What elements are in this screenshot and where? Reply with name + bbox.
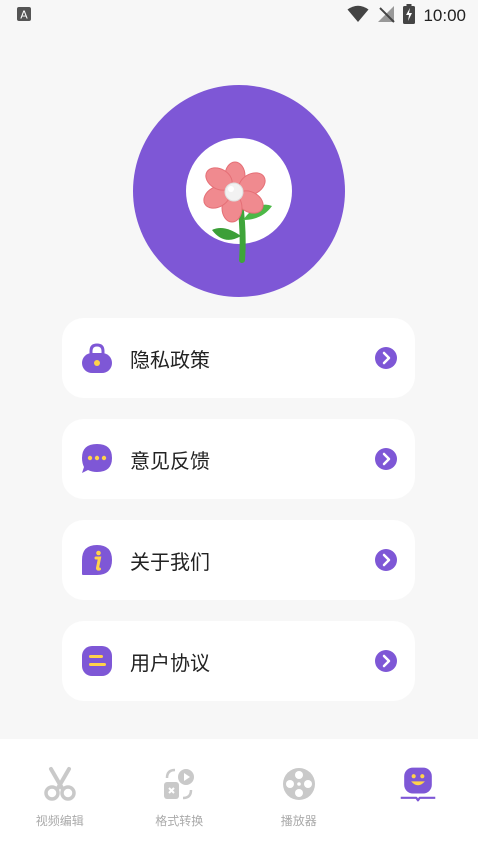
bottom-tab-bar: 视频编辑 格式转换 播放器 [0,739,478,849]
convert-icon [160,765,198,803]
smiley-icon [399,765,437,803]
menu-item-about-us[interactable]: 关于我们 [62,520,415,600]
menu-item-user-agreement[interactable]: 用户协议 [62,621,415,701]
chevron-right-icon [375,347,397,369]
tab-video-edit[interactable]: 视频编辑 [0,739,120,849]
tab-profile[interactable] [359,739,478,849]
info-icon [80,543,114,577]
menu-item-label: 关于我们 [130,549,210,574]
menu-item-privacy-policy[interactable]: 隐私政策 [62,318,415,398]
flower-icon [203,161,272,263]
lock-icon [80,341,114,375]
no-signal-icon [377,5,396,27]
tab-label: 格式转换 [155,814,204,828]
menu-item-feedback[interactable]: 意见反馈 [62,419,415,499]
tab-player[interactable]: 播放器 [239,739,359,849]
svg-text:A: A [20,9,28,22]
chevron-right-icon [375,549,397,571]
avatar[interactable] [133,85,345,297]
menu-item-label: 用户协议 [130,650,210,675]
wifi-icon [347,5,369,27]
chat-bubble-icon [80,442,114,476]
film-reel-icon [280,765,318,803]
menu-item-label: 隐私政策 [130,347,210,372]
scissors-icon [41,765,79,803]
battery-charging-icon [403,4,416,28]
tab-label: 播放器 [280,814,317,828]
tab-format-convert[interactable]: 格式转换 [120,739,240,849]
settings-menu: 隐私政策 意见反馈 关于我们 用户协议 [62,318,415,722]
app-notification-icon: A [16,6,32,26]
chevron-right-icon [375,448,397,470]
menu-item-label: 意见反馈 [130,448,210,473]
status-time: 10:00 [423,6,466,25]
avatar-inner-circle [186,138,292,263]
agreement-icon [80,644,114,678]
chevron-right-icon [375,650,397,672]
tab-label: 视频编辑 [35,814,84,828]
status-bar: A 10:00 [0,0,478,32]
